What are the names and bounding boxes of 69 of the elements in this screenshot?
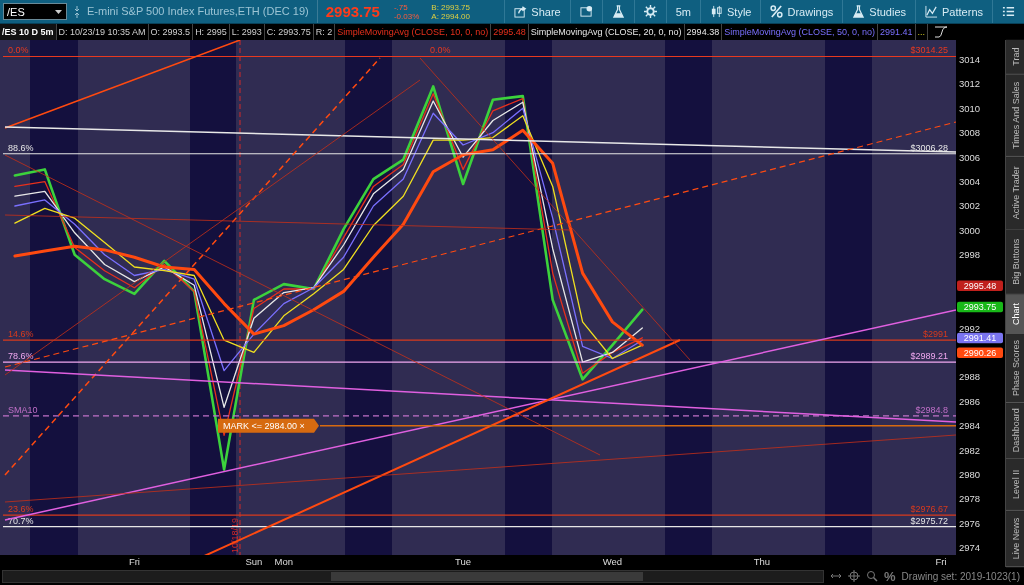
level-label: 78.6% <box>8 351 34 362</box>
axis-tick: 3012 <box>959 78 981 90</box>
axis-tick: Sun <box>245 556 263 567</box>
side-tab[interactable]: Big Buttons <box>1006 229 1024 295</box>
price-tag: 2991.41 <box>957 332 1003 344</box>
axis-tick: 3008 <box>959 127 981 139</box>
level-label: 0.0% <box>8 45 29 56</box>
axis-tick: Mon <box>274 556 294 567</box>
level-price: $3006.28 <box>910 142 948 153</box>
last-price: 2993.75 <box>324 3 381 20</box>
level-price: $2976.67 <box>910 504 948 515</box>
level-price: $2991 <box>922 329 948 340</box>
axis-tick: 2978 <box>959 493 981 505</box>
share-button[interactable]: Share <box>504 0 570 23</box>
drawing-set-label[interactable]: Drawing set: 2019-1023(1) <box>901 570 1020 582</box>
axis-tick: 2986 <box>959 395 981 407</box>
level-price: $2989.21 <box>910 351 948 362</box>
side-tab[interactable]: Times And Sales <box>1006 74 1024 157</box>
axis-tick: 3004 <box>959 176 981 188</box>
level-price: $2984.8 <box>915 404 948 415</box>
side-tab[interactable]: Live News <box>1006 510 1024 567</box>
price-tag: 2995.48 <box>957 280 1003 292</box>
axis-tick: 2976 <box>959 517 981 529</box>
side-tab[interactable]: Level II <box>1006 458 1024 511</box>
axis-tick: 2998 <box>959 249 981 261</box>
axis-tick: 2982 <box>959 444 981 456</box>
net-change: -.75 <box>393 2 409 12</box>
axis-tick: 2980 <box>959 468 981 480</box>
axis-tick: 2992 <box>959 322 981 334</box>
level-label: SMA10 <box>8 404 38 415</box>
instrument-description: E-mini S&P 500 Index Futures,ETH (DEC 19) <box>87 0 318 23</box>
date-label: 10/18/19 <box>230 517 240 553</box>
level-label: 23.6% <box>8 504 34 515</box>
price-tag: 2993.75 <box>957 301 1003 313</box>
level-price: $3014.25 <box>910 45 948 56</box>
bid-price: B: 2993.75 <box>431 2 470 12</box>
axis-tick: 3014 <box>959 54 981 66</box>
chart-title: /ES 10 D 5m <box>0 24 57 40</box>
side-tab[interactable]: Phase Scores <box>1006 333 1024 403</box>
drawings-button[interactable]: Drawings <box>760 0 843 23</box>
style-button[interactable]: Style <box>700 0 761 23</box>
axis-tick: Wed <box>602 556 623 567</box>
axis-tick: 3006 <box>959 151 981 163</box>
level-price: $2975.72 <box>910 515 948 526</box>
patterns-button[interactable]: Patterns <box>915 0 992 23</box>
axis-tick: 2988 <box>959 371 981 383</box>
side-tab[interactable]: Chart <box>1006 294 1024 334</box>
symbol-field[interactable]: /ES <box>3 3 67 20</box>
axis-tick: 3002 <box>959 200 981 212</box>
price-tag: 2990.26 <box>957 347 1003 358</box>
percent-change: -0.03% <box>393 11 420 21</box>
level-label: 14.6% <box>8 329 34 340</box>
axis-tick: Fri <box>128 556 140 567</box>
axis-tick: Fri <box>935 556 947 567</box>
side-tab[interactable]: Dashboard <box>1006 402 1024 459</box>
axis-tick: 3000 <box>959 224 981 236</box>
axis-tick: Thu <box>753 556 770 567</box>
drawings-toggle[interactable]: % <box>884 568 896 584</box>
side-tab[interactable]: Trad <box>1006 40 1024 75</box>
level-label: 88.6% <box>8 142 34 153</box>
axis-tick: Tue <box>455 556 472 567</box>
side-tab[interactable]: Active Trader <box>1006 156 1024 230</box>
ask-price: A: 2994.00 <box>431 11 470 21</box>
text-button[interactable]: 5m <box>665 0 700 23</box>
axis-tick: 2984 <box>959 420 981 432</box>
level-label: 0.0% <box>430 45 451 56</box>
axis-tick: 3010 <box>959 102 981 114</box>
axis-tick: 2974 <box>959 542 981 554</box>
studies-button[interactable]: Studies <box>842 0 916 23</box>
